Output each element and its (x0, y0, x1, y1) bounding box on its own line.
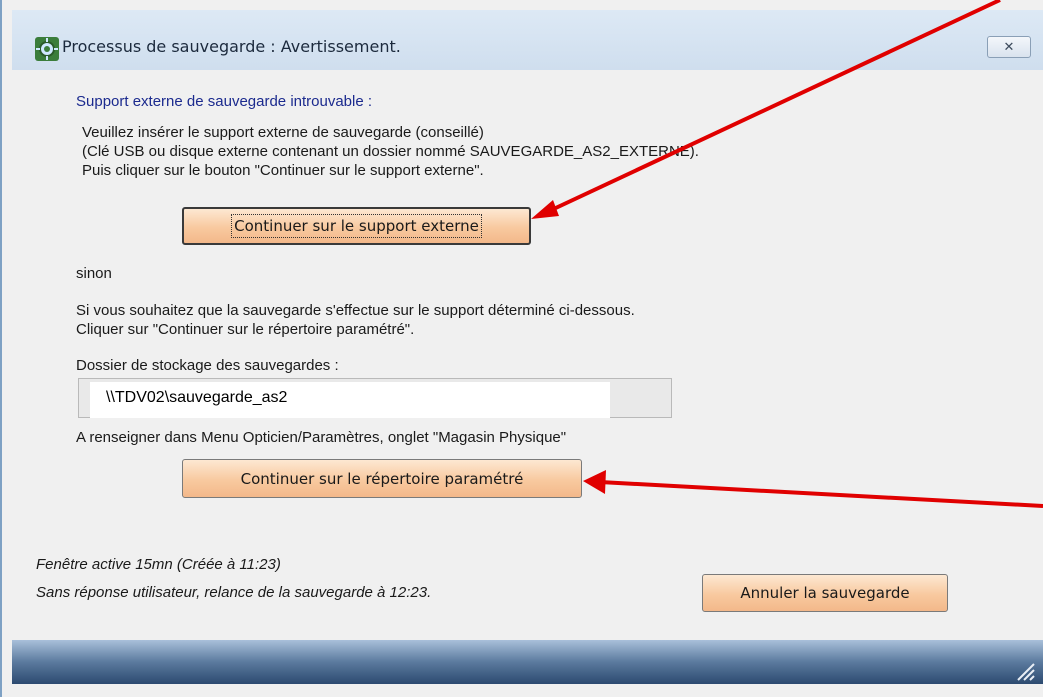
close-icon: ✕ (1003, 39, 1015, 54)
external-line3: Puis cliquer sur le bouton "Continuer su… (82, 162, 484, 179)
dialog-window: Processus de sauvegarde : Avertissement.… (0, 0, 1043, 697)
title-bar[interactable]: Processus de sauvegarde : Avertissement.… (12, 10, 1043, 70)
folder-hint: A renseigner dans Menu Opticien/Paramètr… (76, 429, 567, 446)
alternative-line1: Si vous souhaitez que la sauvegarde s'ef… (76, 302, 635, 319)
continue-external-button[interactable]: Continuer sur le support externe (182, 207, 531, 245)
external-heading: Support externe de sauvegarde introuvabl… (76, 93, 373, 110)
window-title: Processus de sauvegarde : Avertissement. (62, 37, 401, 56)
resize-grip-icon[interactable] (1012, 658, 1036, 682)
continue-configured-folder-label: Continuer sur le répertoire paramétré (240, 469, 524, 488)
relaunch-text: Sans réponse utilisateur, relance de la … (36, 584, 432, 601)
external-line2: (Clé USB ou disque externe contenant un … (82, 143, 699, 160)
close-button[interactable]: ✕ (987, 36, 1031, 58)
cancel-backup-button[interactable]: Annuler la sauvegarde (702, 574, 948, 612)
active-window-text: Fenêtre active 15mn (Créée à 11:23) (36, 556, 281, 573)
gear-app-icon (35, 37, 59, 61)
sinon-text: sinon (76, 265, 112, 282)
folder-label: Dossier de stockage des sauvegardes : (76, 357, 339, 374)
status-bar (12, 640, 1043, 684)
continue-external-label: Continuer sur le support externe (231, 214, 482, 238)
cancel-backup-label: Annuler la sauvegarde (740, 584, 910, 602)
continue-configured-folder-button[interactable]: Continuer sur le répertoire paramétré (182, 459, 582, 498)
alternative-line2: Cliquer sur "Continuer sur le répertoire… (76, 321, 415, 338)
folder-path-value: \\TDV02\sauvegarde_as2 (106, 389, 288, 406)
external-line1: Veuillez insérer le support externe de s… (82, 124, 484, 141)
